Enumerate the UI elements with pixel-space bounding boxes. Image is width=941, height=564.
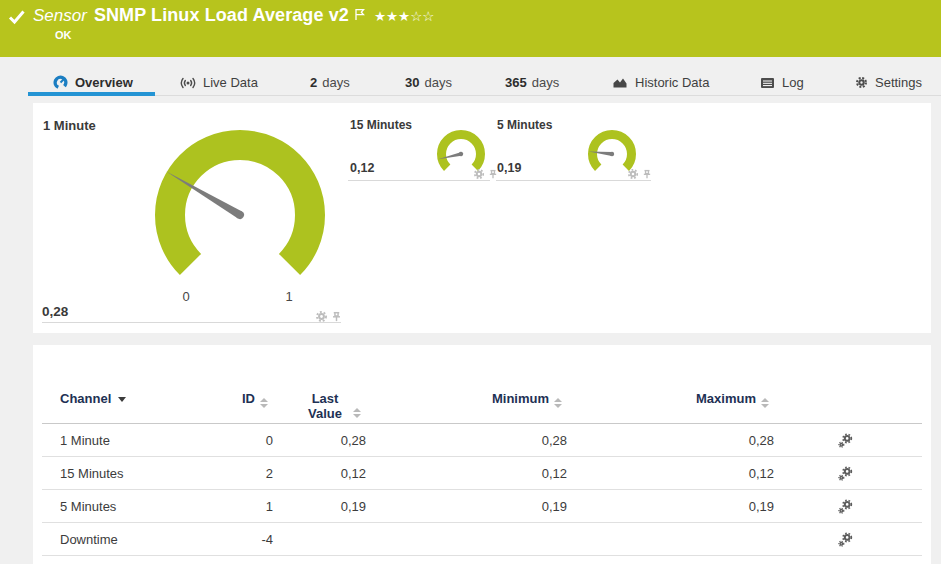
live-data-icon xyxy=(180,76,196,90)
gauge-chart-1-minute xyxy=(129,120,349,310)
status-ok-check-icon xyxy=(8,9,26,29)
channels-table-panel: Channel ID Last Value Minimum Maximum 1 … xyxy=(33,345,931,564)
log-icon xyxy=(760,77,775,89)
cell-minimum: 0,28 xyxy=(366,433,567,448)
sensor-header: Sensor SNMP Linux Load Average v2 ★★★☆☆ … xyxy=(0,0,941,57)
cell-last-value: 0,12 xyxy=(273,466,366,481)
gauge-scale-max: 1 xyxy=(285,289,292,304)
cell-maximum: 0,28 xyxy=(567,433,774,448)
channel-gear-icon[interactable] xyxy=(473,166,485,184)
tile-divider xyxy=(496,180,651,181)
historic-chart-icon xyxy=(612,76,628,89)
sort-icon xyxy=(260,398,268,408)
cell-maximum: 0,19 xyxy=(567,499,774,514)
sensor-title: SNMP Linux Load Average v2 xyxy=(94,5,349,26)
col-header-minimum[interactable]: Minimum xyxy=(366,391,567,408)
tabbar-divider xyxy=(28,95,941,96)
cell-id: -4 xyxy=(213,532,273,547)
cell-channel: 1 Minute xyxy=(42,433,213,448)
sort-icon xyxy=(554,398,562,408)
cell-channel: 15 Minutes xyxy=(42,466,213,481)
sort-icon xyxy=(353,408,361,418)
channel-settings-gears-icon[interactable] xyxy=(838,499,853,514)
channel-gear-icon[interactable] xyxy=(315,309,328,327)
cell-channel: 5 Minutes xyxy=(42,499,213,514)
gauge-title: 1 Minute xyxy=(43,118,96,133)
tab-settings[interactable]: Settings xyxy=(855,75,922,90)
priority-stars[interactable]: ★★★☆☆ xyxy=(374,8,435,24)
tab-log[interactable]: Log xyxy=(760,75,804,90)
table-row: 15 Minutes 2 0,12 0,12 0,12 xyxy=(42,457,922,490)
sort-desc-caret-icon xyxy=(118,397,126,402)
table-header-row: Channel ID Last Value Minimum Maximum xyxy=(42,345,922,424)
col-header-maximum[interactable]: Maximum xyxy=(567,391,774,408)
flag-icon[interactable] xyxy=(354,7,365,25)
tile-divider xyxy=(348,180,490,181)
col-header-channel[interactable]: Channel xyxy=(42,391,213,406)
gauge-value: 0,19 xyxy=(497,161,521,175)
gauge-value: 0,28 xyxy=(42,304,68,319)
settings-gear-icon xyxy=(855,76,868,89)
cell-maximum: 0,12 xyxy=(567,466,774,481)
col-header-id[interactable]: ID xyxy=(213,391,273,408)
tile-divider xyxy=(42,322,341,323)
cell-minimum: 0,19 xyxy=(366,499,567,514)
gauge-icon xyxy=(53,75,68,90)
cell-channel: Downtime xyxy=(42,532,213,547)
tab-historic-data[interactable]: Historic Data xyxy=(612,75,709,90)
tab-30-days[interactable]: 30days xyxy=(405,75,452,90)
table-row: 1 Minute 0 0,28 0,28 0,28 xyxy=(42,424,922,457)
sort-icon xyxy=(761,398,769,408)
sensor-status-badge: OK xyxy=(55,29,72,41)
gauge-scale-min: 0 xyxy=(182,289,189,304)
cell-id: 1 xyxy=(213,499,273,514)
prtg-sensor-page: { "header": { "kind_label": "Sensor", "t… xyxy=(0,0,941,564)
gauges-panel: 1 Minute 0 1 0,28 15 Minutes 0,12 xyxy=(33,103,931,333)
channels-table: Channel ID Last Value Minimum Maximum 1 … xyxy=(42,345,922,556)
cell-id: 0 xyxy=(213,433,273,448)
cell-minimum: 0,12 xyxy=(366,466,567,481)
col-header-last-value[interactable]: Last Value xyxy=(273,391,366,421)
table-row: 5 Minutes 1 0,19 0,19 0,19 xyxy=(42,490,922,523)
channel-settings-gears-icon[interactable] xyxy=(838,532,853,547)
gauge-title: 15 Minutes xyxy=(350,118,412,132)
cell-id: 2 xyxy=(213,466,273,481)
tab-2-days[interactable]: 2days xyxy=(310,75,350,90)
gauge-title: 5 Minutes xyxy=(497,118,552,132)
channel-pin-icon[interactable] xyxy=(642,166,652,184)
tab-365-days[interactable]: 365days xyxy=(505,75,559,90)
tab-live-data[interactable]: Live Data xyxy=(180,75,258,90)
object-kind-label: Sensor xyxy=(33,6,87,26)
cell-last-value: 0,28 xyxy=(273,433,366,448)
cell-last-value: 0,19 xyxy=(273,499,366,514)
channel-gear-icon[interactable] xyxy=(627,166,639,184)
table-row: Downtime -4 xyxy=(42,523,922,556)
active-tab-underline xyxy=(28,92,155,96)
channel-settings-gears-icon[interactable] xyxy=(838,466,853,481)
tab-overview[interactable]: Overview xyxy=(53,75,133,90)
gauge-value: 0,12 xyxy=(350,161,374,175)
channel-settings-gears-icon[interactable] xyxy=(838,433,853,448)
channel-pin-icon[interactable] xyxy=(331,309,342,327)
